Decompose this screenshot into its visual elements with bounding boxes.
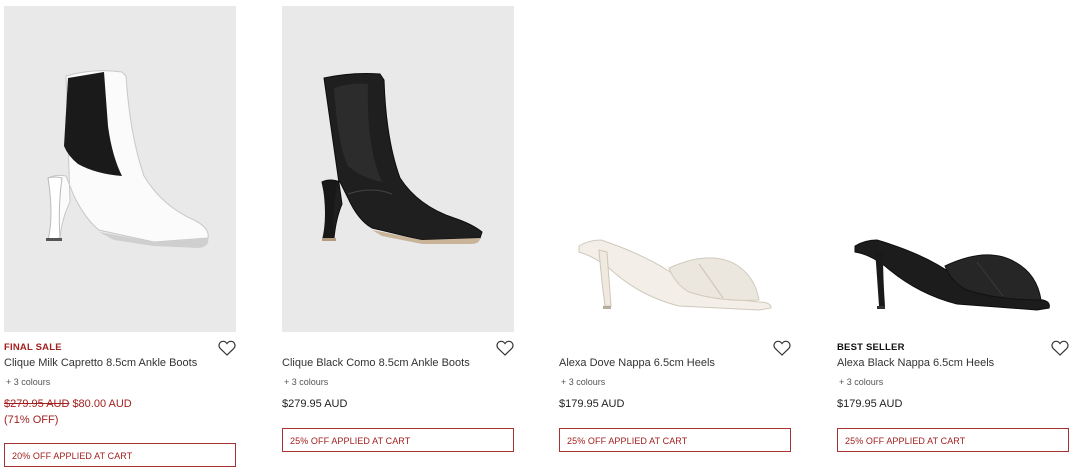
price: $179.95 AUD [559, 398, 625, 410]
product-image[interactable] [282, 6, 514, 332]
price: $279.95 AUD $80.00 AUD [4, 398, 132, 410]
product-card[interactable]: BEST SELLER Alexa Black Nappa 6.5cm Heel… [837, 0, 1069, 476]
colours-count[interactable]: + 3 colours [839, 377, 883, 387]
product-image[interactable] [559, 6, 791, 332]
price: $279.95 AUD [282, 398, 348, 410]
colours-count[interactable]: + 3 colours [6, 377, 50, 387]
product-name[interactable]: Alexa Dove Nappa 6.5cm Heels [559, 357, 715, 369]
price: $179.95 AUD [837, 398, 903, 410]
colours-count[interactable]: + 3 colours [284, 377, 328, 387]
product-name[interactable]: Clique Black Como 8.5cm Ankle Boots [282, 357, 470, 369]
product-image[interactable] [837, 6, 1069, 332]
heart-icon[interactable] [773, 340, 791, 356]
colours-count[interactable]: + 3 colours [561, 377, 605, 387]
original-price: $279.95 AUD [4, 398, 70, 410]
sale-price: $80.00 AUD [72, 398, 132, 410]
product-image[interactable] [4, 6, 236, 332]
product-card[interactable]: FINAL SALE Clique Milk Capretto 8.5cm An… [4, 0, 236, 476]
product-card[interactable]: Alexa Dove Nappa 6.5cm Heels + 3 colours… [559, 0, 791, 476]
product-name[interactable]: Alexa Black Nappa 6.5cm Heels [837, 357, 994, 369]
product-card[interactable]: Clique Black Como 8.5cm Ankle Boots + 3 … [282, 0, 514, 476]
badge-best-seller: BEST SELLER [837, 342, 905, 353]
promo-banner: 25% OFF APPLIED AT CART [282, 428, 514, 452]
promo-banner: 25% OFF APPLIED AT CART [837, 428, 1069, 452]
badge-final-sale: FINAL SALE [4, 342, 62, 353]
heart-icon[interactable] [496, 340, 514, 356]
product-name[interactable]: Clique Milk Capretto 8.5cm Ankle Boots [4, 357, 197, 369]
heart-icon[interactable] [1051, 340, 1069, 356]
discount-percent: (71% OFF) [4, 414, 59, 426]
heart-icon[interactable] [218, 340, 236, 356]
product-grid: FINAL SALE Clique Milk Capretto 8.5cm An… [0, 0, 1080, 476]
promo-banner: 20% OFF APPLIED AT CART [4, 443, 236, 467]
promo-banner: 25% OFF APPLIED AT CART [559, 428, 791, 452]
